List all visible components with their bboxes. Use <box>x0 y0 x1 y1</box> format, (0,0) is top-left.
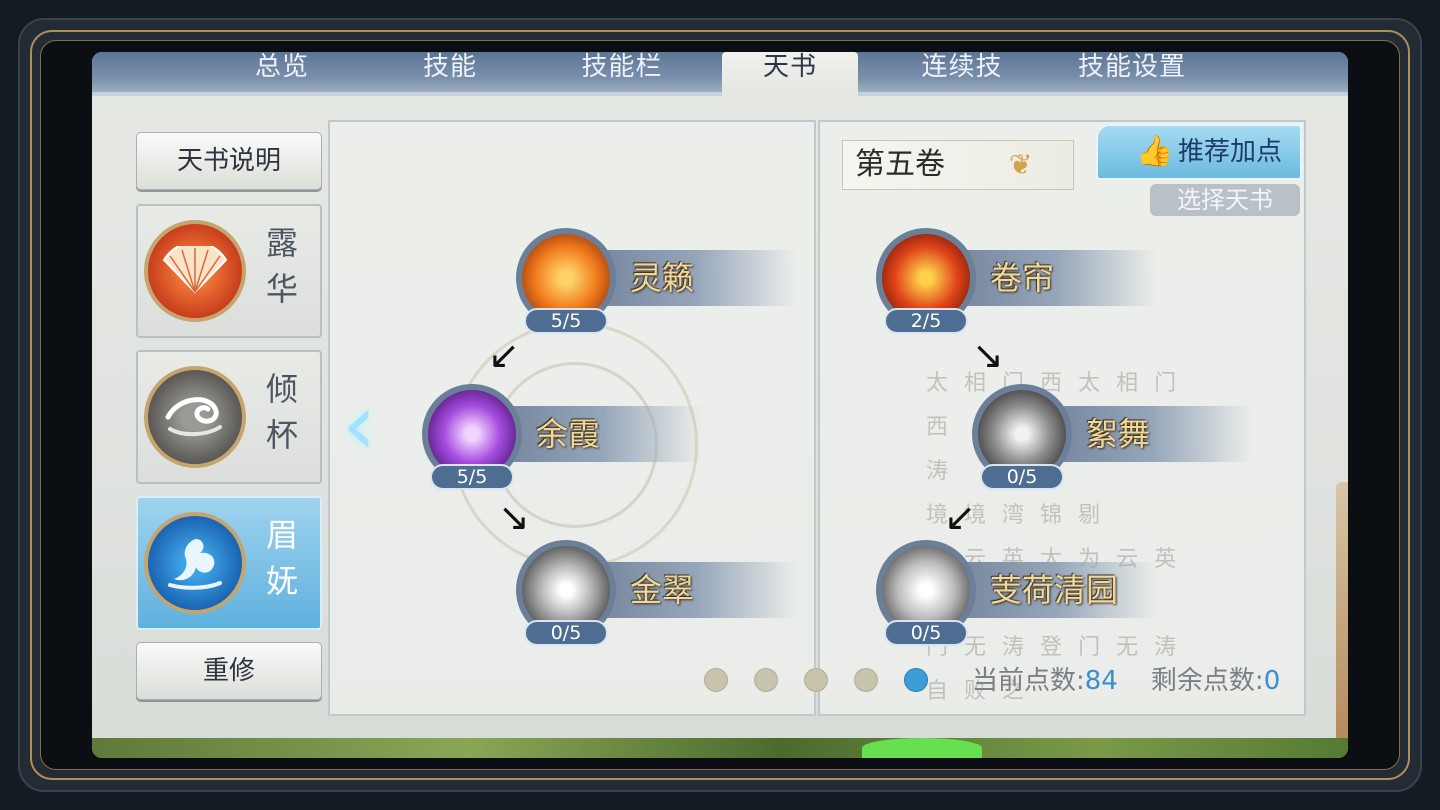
skill-node-jiheqingyuan: 芰荷清园 0/5 <box>876 540 1176 646</box>
swirl-icon <box>144 366 246 468</box>
book-name: 露华 <box>265 224 298 308</box>
book-card-qingbei[interactable]: 倾杯 <box>136 350 322 484</box>
book-name: 眉妩 <box>265 516 298 600</box>
arrow-down-right-icon: ↘ <box>972 333 1004 377</box>
scene-glow <box>862 738 982 758</box>
arrow-down-left-icon: ↙ <box>488 333 520 377</box>
recommend-points-button[interactable]: 👍 推荐加点 <box>1096 124 1302 180</box>
book-card-luhua[interactable]: 露华 <box>136 204 322 338</box>
current-points-value: 84 <box>1084 666 1118 696</box>
skill-node-juanlian: 卷帘 2/5 <box>876 228 1176 334</box>
skill-name: 金翠 <box>630 571 695 609</box>
tab-skill-bar[interactable]: 技能栏 <box>562 52 682 88</box>
tab-tianshu[interactable]: 天书 <box>722 52 858 96</box>
lotus-icon: ❦ <box>1009 148 1033 181</box>
chevron-left-icon[interactable]: ‹ <box>342 382 392 472</box>
skill-name: 卷帘 <box>990 259 1055 297</box>
reset-button[interactable]: 重修 <box>136 642 322 700</box>
thumbs-up-icon: 👍 <box>1136 134 1174 169</box>
points-summary: 当前点数:84 剩余点数:0 <box>972 664 1280 698</box>
skill-level: 0/5 <box>980 464 1064 490</box>
skill-node-yuxia: 余霞 5/5 <box>422 384 722 490</box>
skill-level: 0/5 <box>884 620 968 646</box>
book-card-meiwu[interactable]: 眉妩 <box>136 496 322 630</box>
tab-overview[interactable]: 总览 <box>232 52 332 88</box>
current-points-label: 当前点数: <box>972 666 1085 696</box>
scene-strip <box>92 738 1348 758</box>
arrow-down-left-icon: ↙ <box>944 495 976 539</box>
page-dot[interactable] <box>854 668 878 692</box>
arrow-down-right-icon: ↘ <box>498 495 530 539</box>
skill-level: 5/5 <box>524 308 608 334</box>
tab-bar-shine <box>92 92 1348 96</box>
volume-label: 第五卷 <box>855 147 945 182</box>
skill-name: 余霞 <box>536 415 601 453</box>
skill-level: 0/5 <box>524 620 608 646</box>
remaining-points-label: 剩余点数: <box>1150 666 1264 696</box>
remaining-points-value: 0 <box>1263 666 1281 696</box>
choose-tianshu-button[interactable]: 选择天书 <box>1150 184 1300 216</box>
skill-node-lingla: 灵籁 5/5 <box>516 228 816 334</box>
scroll-ornament <box>1336 482 1348 742</box>
skill-name: 芰荷清园 <box>990 571 1119 609</box>
page-dot[interactable] <box>704 668 728 692</box>
skill-node-jincui: 金翠 0/5 <box>516 540 816 646</box>
skill-level: 5/5 <box>430 464 514 490</box>
volume-selector[interactable]: 第五卷 ❦ <box>842 140 1074 190</box>
tianshu-help-button[interactable]: 天书说明 <box>136 132 322 190</box>
page-dot[interactable] <box>804 668 828 692</box>
tab-combo[interactable]: 连续技 <box>902 52 1022 88</box>
page-dot[interactable] <box>754 668 778 692</box>
page-dot-active[interactable] <box>904 668 928 692</box>
book-name: 倾杯 <box>265 370 298 454</box>
fan-icon <box>144 220 246 322</box>
tab-bar: 总览 技能 技能栏 天书 连续技 技能设置 <box>92 52 1348 96</box>
game-screen: 总览 技能 技能栏 天书 连续技 技能设置 天书说明 露华 倾杯 眉妩 重修 ‹… <box>92 52 1348 758</box>
tab-skill-settings[interactable]: 技能设置 <box>1062 52 1202 88</box>
phoenix-icon <box>144 512 246 614</box>
skill-name: 灵籁 <box>630 259 695 297</box>
skill-level: 2/5 <box>884 308 968 334</box>
skill-name: 絮舞 <box>1086 415 1151 453</box>
tab-skills[interactable]: 技能 <box>400 52 500 88</box>
recommend-label: 推荐加点 <box>1178 137 1283 167</box>
skill-node-xuwu: 絮舞 0/5 <box>972 384 1272 490</box>
